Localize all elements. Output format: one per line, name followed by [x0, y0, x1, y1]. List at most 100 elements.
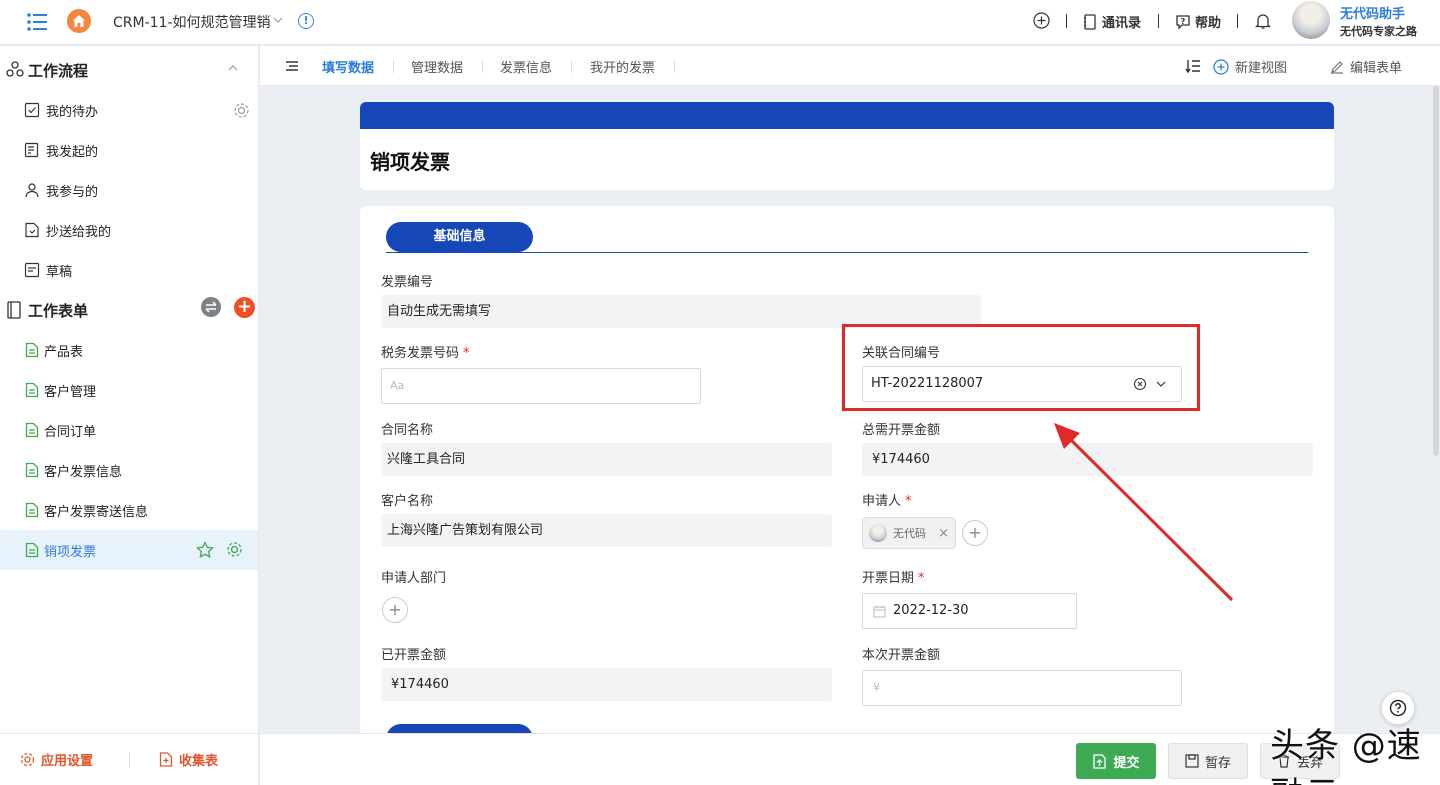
- sidebar-item-initiated[interactable]: 我发起的: [0, 130, 258, 170]
- section-basic-info: 基础信息: [386, 222, 533, 252]
- this-amount-input[interactable]: ¥: [862, 670, 1182, 706]
- sort-icon[interactable]: [1185, 59, 1201, 73]
- collect-form-button[interactable]: 收集表: [159, 750, 218, 769]
- add-form-button[interactable]: +: [234, 297, 255, 318]
- sidebar-item-contract-orders[interactable]: 合同订单: [0, 410, 258, 450]
- applicant-name: 无代码: [893, 527, 926, 540]
- user-subtitle: 无代码专家之路: [1340, 25, 1417, 38]
- tab-bar: 填写数据 管理数据 发票信息 我开的发票 新建视图 编辑表单: [260, 46, 1440, 86]
- app-settings-button[interactable]: 应用设置: [20, 750, 93, 769]
- section-underline: [386, 252, 1308, 253]
- invoice-date-value: 2022-12-30: [893, 603, 969, 618]
- contract-name-label: 合同名称: [381, 423, 434, 438]
- top-bar: CRM-11-如何规范管理销 ! 通讯录 ? 帮助 无代码助手 无代码专家之路: [0, 0, 1440, 45]
- chevron-up-icon[interactable]: [227, 63, 239, 73]
- sidebar-item-customers[interactable]: 客户管理: [0, 370, 258, 410]
- edit-pen-icon: [1331, 60, 1343, 74]
- divider: [674, 60, 675, 73]
- applicant-chip[interactable]: 无代码 ×: [862, 517, 956, 549]
- bell-icon[interactable]: [1255, 12, 1271, 30]
- info-icon[interactable]: !: [298, 13, 314, 29]
- sidebar-footer: 应用设置 收集表: [0, 733, 258, 785]
- star-icon[interactable]: [196, 541, 214, 559]
- applicant-label: 申请人 *: [862, 490, 912, 509]
- submit-doc-icon: [1093, 753, 1107, 769]
- sidebar-item-output-invoice[interactable]: 销项发票: [0, 530, 258, 570]
- gear-icon[interactable]: [226, 541, 243, 558]
- label-text: 开票日期: [862, 571, 915, 586]
- remove-icon[interactable]: ×: [938, 526, 949, 541]
- form-doc-icon: [25, 422, 39, 438]
- submit-label: 提交: [1113, 755, 1140, 771]
- sidebar: 工作流程 我的待办 我发起的 我参与的 抄送给我的 草稿 工作表单 + 产品表 …: [0, 46, 259, 785]
- gear-icon: [20, 752, 35, 767]
- home-icon[interactable]: [67, 9, 91, 33]
- watermark: 头条 @速融云: [1270, 726, 1422, 785]
- sidebar-item-cc-me[interactable]: 抄送给我的: [0, 210, 258, 250]
- sidebar-item-label: 合同订单: [44, 425, 97, 440]
- sidebar-item-participated[interactable]: 我参与的: [0, 170, 258, 210]
- total-amount-label: 总需开票金额: [862, 423, 941, 438]
- user-name[interactable]: 无代码助手: [1340, 3, 1405, 22]
- invoice-date-label: 开票日期 *: [862, 567, 925, 586]
- question-circle-icon: [1389, 699, 1407, 717]
- sidebar-item-my-todo[interactable]: 我的待办: [0, 90, 258, 130]
- divider: [393, 60, 394, 73]
- action-bar: 提交 暂存 丢弃: [260, 733, 1440, 785]
- invoiced-amount-label: 已开票金额: [381, 648, 447, 663]
- workflow-icon: [6, 61, 24, 77]
- help-bubble-icon: ?: [1176, 14, 1190, 30]
- sidebar-item-drafts[interactable]: 草稿: [0, 250, 258, 290]
- avatar[interactable]: [1292, 1, 1330, 39]
- contacts-button[interactable]: 通讯录: [1083, 12, 1141, 31]
- sidebar-item-invoice-mailing[interactable]: 客户发票寄送信息: [0, 490, 258, 530]
- save-draft-button[interactable]: 暂存: [1168, 743, 1248, 779]
- gear-icon[interactable]: [233, 102, 250, 119]
- add-applicant-button[interactable]: +: [962, 520, 988, 546]
- save-draft-label: 暂存: [1204, 755, 1231, 771]
- forms-section-title[interactable]: 工作表单: [28, 300, 88, 321]
- placeholder: ¥: [873, 681, 880, 694]
- annotation-arrow: [1054, 423, 1234, 602]
- calendar-icon: [873, 606, 886, 618]
- person-icon: [25, 183, 39, 198]
- invoiced-amount-field: ¥174460: [381, 668, 832, 701]
- applicant-dept-label: 申请人部门: [381, 571, 447, 586]
- tab-my-invoices[interactable]: 我开的发票: [590, 57, 655, 76]
- swap-icon[interactable]: [201, 297, 221, 317]
- form-doc-icon: [25, 462, 39, 478]
- add-dept-button[interactable]: +: [382, 597, 408, 623]
- sidebar-item-label: 产品表: [44, 345, 84, 360]
- menu-list-icon[interactable]: [26, 12, 48, 32]
- help-button[interactable]: ? 帮助: [1175, 12, 1221, 31]
- required-mark: *: [463, 346, 470, 361]
- form-doc-icon: [25, 342, 39, 358]
- submit-button[interactable]: 提交: [1076, 743, 1156, 779]
- tab-fill-data[interactable]: 填写数据: [322, 57, 374, 76]
- sidebar-item-customer-invoice-info[interactable]: 客户发票信息: [0, 450, 258, 490]
- new-view-label: 新建视图: [1235, 61, 1288, 76]
- edit-form-button[interactable]: 编辑表单: [1330, 57, 1402, 76]
- sidebar-item-label: 我参与的: [46, 185, 99, 200]
- placeholder: Aa: [390, 379, 405, 392]
- add-circle-icon[interactable]: [1033, 12, 1050, 29]
- new-view-button[interactable]: 新建视图: [1213, 57, 1287, 76]
- app-title[interactable]: CRM-11-如何规范管理销: [113, 12, 271, 32]
- workflow-section-title[interactable]: 工作流程: [28, 60, 88, 81]
- form-title: 销项发票: [370, 150, 450, 174]
- form-header: 销项发票: [360, 102, 1334, 190]
- add-circle-icon: [1213, 58, 1229, 75]
- tab-invoice-info[interactable]: 发票信息: [500, 57, 552, 76]
- scrollbar[interactable]: [1433, 86, 1439, 456]
- sidebar-item-products[interactable]: 产品表: [0, 330, 258, 370]
- tab-manage-data[interactable]: 管理数据: [411, 57, 463, 76]
- sidebar-item-label: 抄送给我的: [46, 225, 112, 240]
- contacts-label: 通讯录: [1102, 16, 1142, 31]
- collect-doc-icon: [159, 752, 173, 767]
- divider: [1237, 14, 1238, 28]
- invoice-no-label: 发票编号: [381, 275, 434, 290]
- edit-form-label: 编辑表单: [1350, 61, 1403, 76]
- collapse-menu-icon[interactable]: [285, 60, 299, 72]
- chevron-down-icon[interactable]: [272, 14, 284, 26]
- tax-invoice-no-input[interactable]: Aa: [381, 368, 701, 404]
